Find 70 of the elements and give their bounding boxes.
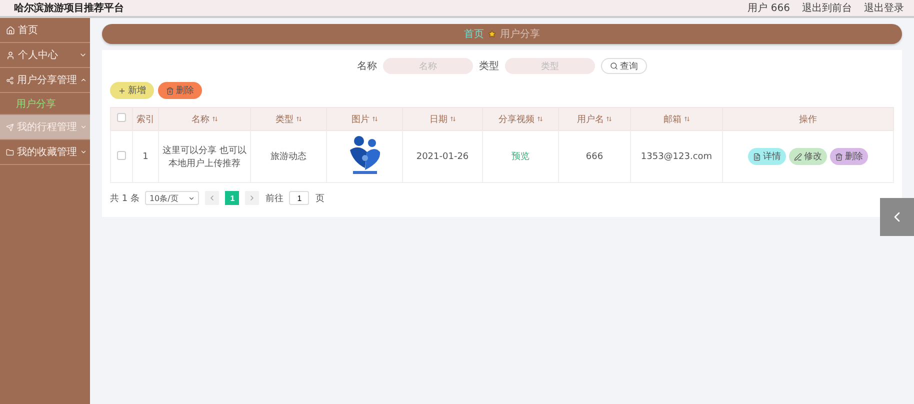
document-icon [753, 152, 761, 160]
goto-label: 前往 [265, 192, 284, 204]
table-cell: 这里可以分享 也可以本地用户上传推荐 [158, 130, 250, 182]
folder-icon [6, 148, 14, 156]
next-page-button[interactable] [245, 191, 260, 205]
sort-icon [684, 116, 690, 122]
chevron-up-icon [80, 76, 87, 84]
preview-link[interactable]: 预览 [512, 152, 530, 162]
breadcrumb-item[interactable]: 首页 [464, 27, 484, 41]
table-cell: 1353@123.com [630, 130, 722, 182]
sort-icon [536, 116, 542, 122]
page-size-value: 10条/页 [149, 192, 178, 204]
breadcrumb-item: 用户分享 [500, 28, 540, 41]
page-unit: 页 [315, 192, 324, 204]
table-cell: 666 [558, 130, 630, 182]
checkbox[interactable] [117, 113, 126, 122]
column-header: 索引 [136, 114, 154, 126]
column-header[interactable]: 日期 [430, 112, 456, 126]
sort-icon [450, 116, 456, 122]
sort-icon [606, 116, 612, 122]
detail-button[interactable]: 详情 [748, 148, 786, 165]
column-header[interactable]: 名称 [192, 112, 218, 126]
sort-icon [212, 116, 218, 122]
prev-page-button[interactable] [205, 191, 220, 205]
trash-icon [166, 86, 174, 94]
home-icon [6, 26, 15, 34]
page-input[interactable]: 1 [289, 191, 310, 205]
chevron-down-icon [79, 51, 87, 59]
total-count: 共 1 条 [110, 192, 140, 204]
header-link[interactable]: 退出到前台 [802, 1, 852, 15]
header-link[interactable]: 退出登录 [864, 1, 904, 15]
sort-icon [296, 116, 302, 122]
plus-icon [118, 86, 126, 94]
collapse-button[interactable] [880, 198, 914, 236]
search-field[interactable]: 类型 [505, 58, 595, 74]
sort-icon [372, 116, 378, 122]
field-label: 类型 [479, 60, 499, 73]
page-size-select[interactable]: 10条/页 [145, 191, 200, 205]
chevron-down-icon [80, 148, 87, 156]
table-cell: 2021-01-26 [402, 130, 482, 182]
page-button[interactable]: 1 [225, 191, 240, 205]
site-title: 哈尔滨旅游项目推荐平台 [14, 1, 124, 15]
column-header: 操作 [799, 114, 817, 126]
column-header[interactable]: 邮箱 [664, 112, 690, 126]
sidebar-item[interactable]: 我的收藏管理 [0, 140, 90, 165]
trash-icon [835, 152, 843, 160]
sidebar-item[interactable]: 首页 [0, 18, 90, 43]
sidebar-item[interactable]: 用户分享管理 [0, 68, 90, 93]
search-icon [610, 62, 618, 70]
header-link[interactable]: 用户 666 [748, 1, 790, 15]
search-button[interactable]: 查询 [601, 58, 647, 74]
field-label: 名称 [357, 60, 377, 73]
user-icon [6, 50, 15, 60]
star-icon [488, 30, 496, 38]
share-icon [6, 76, 14, 84]
pencil-icon [794, 152, 802, 160]
delete-button[interactable]: 删除 [830, 148, 868, 165]
sidebar-item[interactable]: 个人中心 [0, 43, 90, 68]
search-field[interactable]: 名称 [383, 58, 473, 74]
table-cell: 1 [132, 130, 158, 182]
checkbox[interactable] [117, 150, 126, 160]
chevron-down-icon [80, 123, 87, 131]
paper-plane-icon [6, 122, 14, 132]
table-cell: 旅游动态 [250, 130, 326, 182]
column-header[interactable]: 图片 [352, 112, 378, 126]
edit-button[interactable]: 修改 [789, 148, 827, 165]
add-button[interactable]: 新增 [110, 82, 154, 99]
column-header[interactable]: 类型 [276, 112, 302, 126]
delete-button[interactable]: 删除 [158, 82, 202, 99]
chevron-down-icon [188, 194, 196, 202]
